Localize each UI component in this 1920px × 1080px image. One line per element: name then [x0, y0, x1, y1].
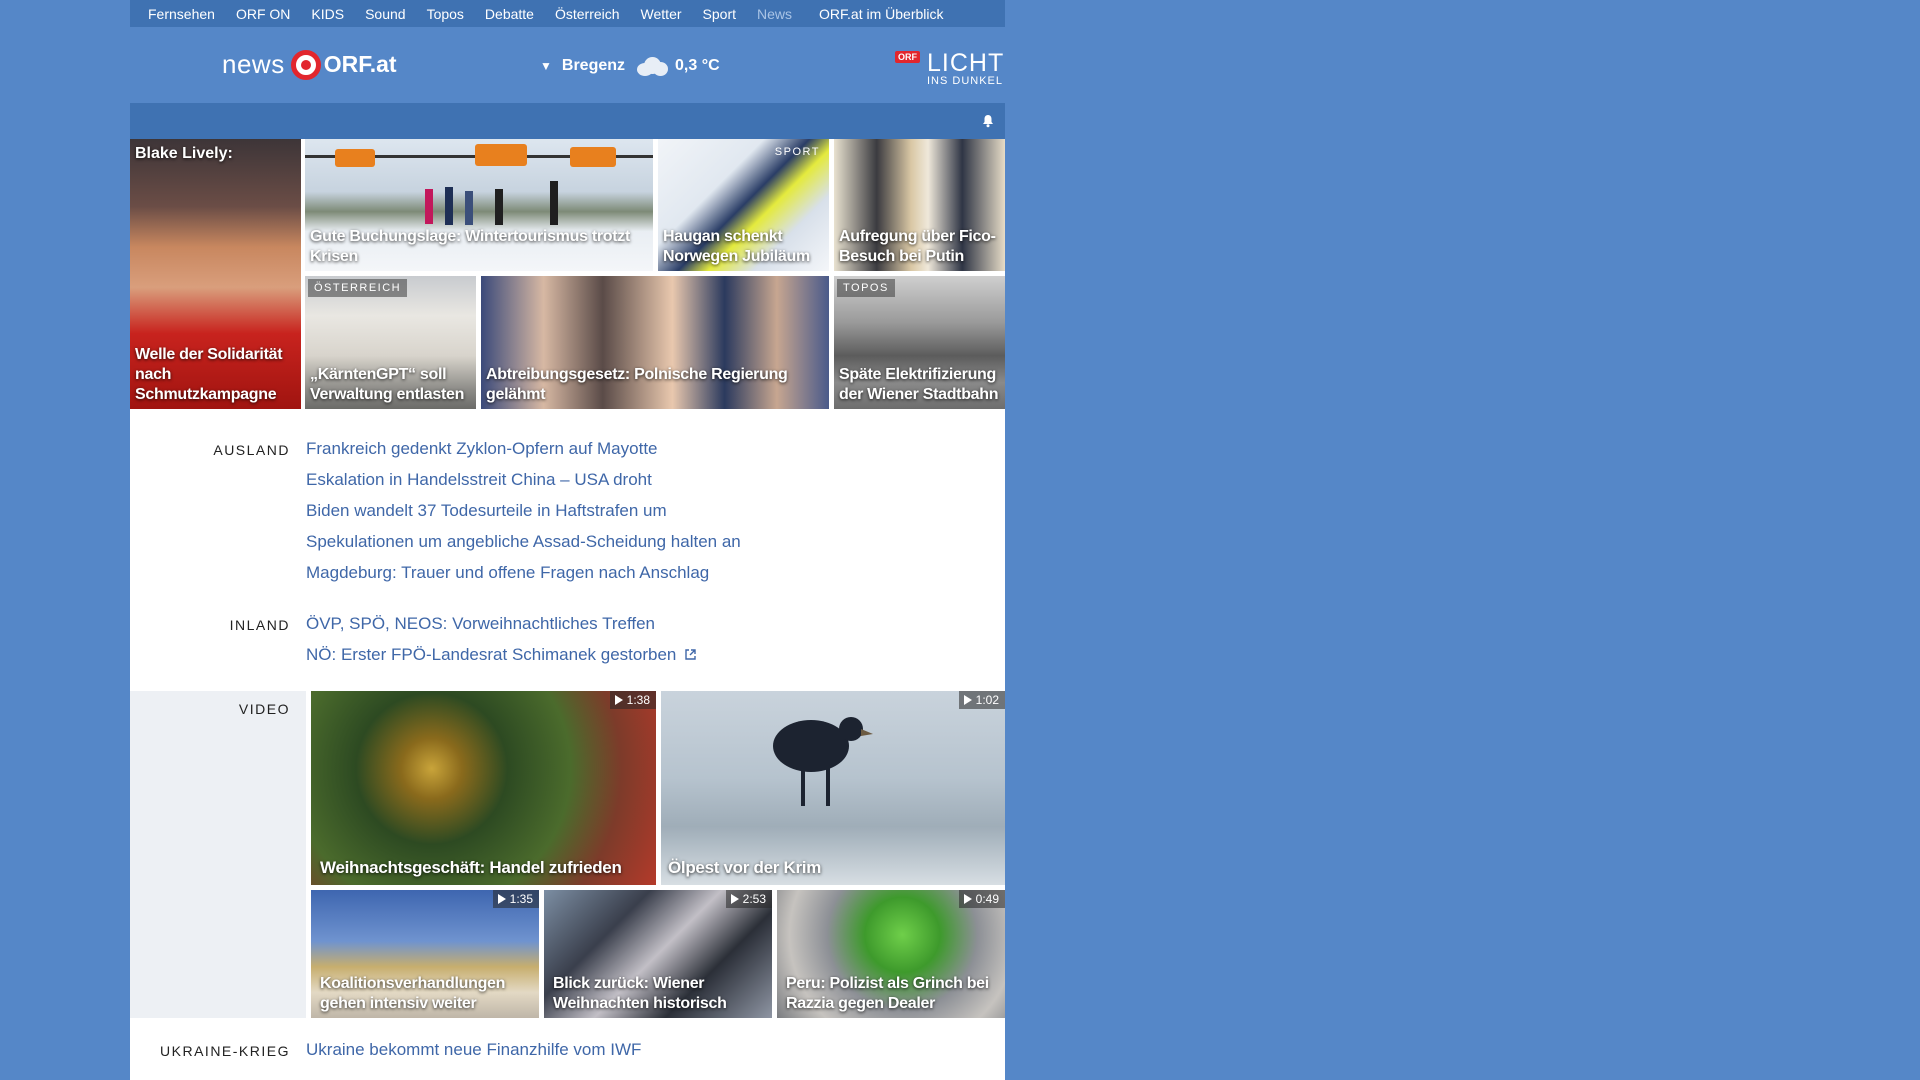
ausland-link[interactable]: Frankreich gedenkt Zyklon-Opfern auf May… — [306, 433, 741, 464]
nav-item-oesterreich[interactable]: Österreich — [555, 6, 620, 22]
nav-item-sound[interactable]: Sound — [365, 6, 405, 22]
section-label-video: VIDEO — [238, 701, 290, 717]
video-title: Weihnachtsgeschäft: Handel zufrieden — [320, 858, 622, 877]
video-title: Ölpest vor der Krim — [668, 858, 822, 877]
weather-city: Bregenz — [561, 57, 626, 74]
teaser-stadtbahn-tag: TOPOS — [837, 279, 895, 297]
ausland-links: Frankreich gedenkt Zyklon-Opfern auf May… — [306, 433, 741, 588]
main-content: Blake Lively: Welle der Solidarität nach… — [130, 139, 1005, 1080]
video-title: Koalitionsverhandlungen gehen intensiv w… — [320, 975, 506, 1012]
logo-orfat-text: ORF.at — [323, 51, 397, 77]
nav-item-topos[interactable]: Topos — [427, 6, 464, 22]
nav-item-sport[interactable]: Sport — [703, 6, 736, 22]
nav-item-debatte[interactable]: Debatte — [485, 6, 534, 22]
ausland-link[interactable]: Biden wandelt 37 Todesurteile in Haftstr… — [306, 495, 741, 526]
video-grinch[interactable]: 0:49 Peru: Polizist als Grinch bei Razzi… — [777, 890, 1005, 1018]
orf-badge: ORF — [895, 51, 920, 63]
bell-icon[interactable] — [981, 114, 995, 128]
teaser-kaerntengpt[interactable]: ÖSTERREICH „KärntenGPT“ soll Verwaltung … — [305, 276, 476, 409]
video-duration: 1:38 — [609, 691, 656, 709]
licht-ins-dunkel-logo[interactable]: ORF LICHT INS DUNKEL — [895, 49, 1005, 89]
nav-item-fernsehen[interactable]: Fernsehen — [148, 6, 215, 22]
section-label-ausland: AUSLAND — [213, 442, 290, 458]
video-duration: 1:35 — [492, 890, 539, 908]
video-sidebar — [130, 691, 306, 1018]
ausland-link[interactable]: Spekulationen um angebliche Assad-Scheid… — [306, 526, 741, 557]
inland-link-text: NÖ: Erster FPÖ-Landesrat Schimanek gesto… — [306, 645, 677, 664]
section-label-ukraine: UKRAINE-KRIEG — [160, 1043, 290, 1059]
teaser-stadtbahn-title: Späte Elektrifizierung der Wiener Stadtb… — [839, 366, 999, 403]
ukraine-link[interactable]: Ukraine bekommt neue Finanzhilfe vom IWF — [306, 1034, 641, 1065]
play-icon — [730, 894, 739, 904]
page: Fernsehen ORF ON KIDS Sound Topos Debatt… — [130, 0, 1005, 1080]
weather-temperature: 0,3 °C — [675, 57, 720, 74]
bird-image — [773, 717, 873, 806]
teaser-wintertourismus-title: Gute Buchungslage: Wintertourismus trotz… — [310, 228, 631, 265]
teaser-haugan-tag: SPORT — [774, 146, 820, 158]
teaser-haugan[interactable]: SPORT Haugan schenkt Norwegen Jubiläum — [658, 139, 829, 271]
teaser-kaernten-title: „KärntenGPT“ soll Verwaltung entlasten — [310, 366, 465, 403]
teaser-fico[interactable]: Aufregung über Fico-Besuch bei Putin — [834, 139, 1005, 271]
video-koalitionsverhandlungen[interactable]: 1:35 Koalitionsverhandlungen gehen inten… — [311, 890, 539, 1018]
play-icon — [614, 695, 623, 705]
logo-news-text: news — [222, 49, 285, 79]
video-duration: 1:02 — [958, 691, 1005, 709]
ausland-link[interactable]: Magdeburg: Trauer und offene Fragen nach… — [306, 557, 741, 588]
teaser-wintertourismus[interactable]: Gute Buchungslage: Wintertourismus trotz… — [305, 139, 653, 271]
teaser-blake-kicker: Blake Lively: — [135, 145, 233, 162]
video-oelpest[interactable]: 1:02 Ölpest vor der Krim — [661, 691, 1005, 885]
teaser-abtreibungsgesetz[interactable]: Abtreibungsgesetz: Polnische Regierung g… — [481, 276, 829, 409]
video-duration: 0:49 — [958, 890, 1005, 908]
triangle-down-icon: ▼ — [540, 59, 552, 73]
nav-item-news[interactable]: News — [757, 6, 792, 22]
external-link-icon — [685, 649, 697, 660]
nav-item-orf-on[interactable]: ORF ON — [236, 6, 290, 22]
notification-bar — [130, 103, 1005, 139]
nav-item-kids[interactable]: KIDS — [311, 6, 344, 22]
inland-links: ÖVP, SPÖ, NEOS: Vorweihnachtliches Treff… — [306, 608, 697, 670]
play-icon — [963, 695, 972, 705]
video-wiener-weihnachten[interactable]: 2:53 Blick zurück: Wiener Weihnachten hi… — [544, 890, 772, 1018]
ins-dunkel-text: INS DUNKEL — [927, 75, 1004, 87]
teaser-fico-title: Aufregung über Fico-Besuch bei Putin — [839, 228, 996, 265]
site-header: news ORF.at ▼ Bregenz 0,3 °C ORF LICHT I… — [130, 27, 1005, 103]
video-title: Blick zurück: Wiener Weihnachten histori… — [553, 975, 727, 1012]
video-duration: 2:53 — [725, 890, 772, 908]
video-weihnachtsgeschaeft[interactable]: 1:38 Weihnachtsgeschäft: Handel zufriede… — [311, 691, 656, 885]
top-navigation: Fernsehen ORF ON KIDS Sound Topos Debatt… — [130, 0, 1005, 27]
video-section: VIDEO 1:38 Weihnachtsgeschäft: Handel zu… — [130, 691, 1005, 1018]
teaser-haugan-title: Haugan schenkt Norwegen Jubiläum — [663, 228, 810, 265]
news-orf-logo[interactable]: news ORF.at — [222, 49, 397, 80]
play-icon — [963, 894, 972, 904]
teaser-blake-lively[interactable]: Blake Lively: Welle der Solidarität nach… — [130, 139, 301, 409]
nav-item-wetter[interactable]: Wetter — [641, 6, 682, 22]
licht-text: LICHT — [927, 49, 1005, 77]
play-icon — [497, 894, 506, 904]
orf-ring-icon — [290, 49, 321, 80]
section-label-inland: INLAND — [229, 617, 290, 633]
weather-widget[interactable]: ▼ Bregenz 0,3 °C — [540, 55, 720, 77]
video-title: Peru: Polizist als Grinch bei Razzia geg… — [786, 975, 989, 1012]
nav-overview-link[interactable]: ORF.at im Überblick — [819, 6, 943, 22]
teaser-abtreibung-title: Abtreibungsgesetz: Polnische Regierung g… — [486, 366, 788, 403]
ukraine-links: Ukraine bekommt neue Finanzhilfe vom IWF — [306, 1034, 641, 1065]
inland-link[interactable]: ÖVP, SPÖ, NEOS: Vorweihnachtliches Treff… — [306, 608, 697, 639]
teaser-blake-title: Welle der Solidarität nach Schmutzkampag… — [135, 346, 283, 403]
teaser-kaernten-tag: ÖSTERREICH — [308, 279, 408, 297]
cloud-icon — [635, 55, 669, 77]
ausland-link[interactable]: Eskalation in Handelsstreit China – USA … — [306, 464, 741, 495]
inland-link-external[interactable]: NÖ: Erster FPÖ-Landesrat Schimanek gesto… — [306, 639, 697, 670]
teaser-stadtbahn[interactable]: TOPOS Späte Elektrifizierung der Wiener … — [834, 276, 1005, 409]
